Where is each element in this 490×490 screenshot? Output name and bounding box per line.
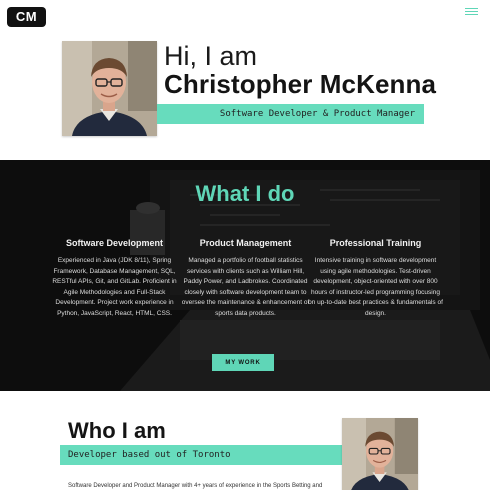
hero-greeting: Hi, I am xyxy=(164,41,258,71)
service-heading: Software Development xyxy=(65,238,164,248)
profile-photo-small xyxy=(342,418,418,490)
hero-name: Christopher McKenna xyxy=(164,69,437,99)
service-heading: Product Management xyxy=(199,238,292,248)
service-description: Experienced in Java (JDK 8/11), Spring F… xyxy=(52,257,177,317)
service-professional-training: Professional Training Intensive training… xyxy=(308,238,443,319)
my-work-button[interactable]: MY WORK xyxy=(212,354,274,371)
logo[interactable]: CM xyxy=(7,7,46,27)
hero-tagline: Software Developer & Product Manager xyxy=(157,104,424,124)
who-i-am-title: Who I am xyxy=(68,418,166,443)
what-i-do-title: What I do xyxy=(195,181,295,206)
profile-photo xyxy=(62,41,157,136)
hamburger-menu-icon[interactable] xyxy=(465,8,478,16)
who-i-am-subtitle: Developer based out of Toronto xyxy=(60,445,357,465)
service-software-development: Software Development Experienced in Java… xyxy=(47,238,182,319)
service-product-management: Product Management Managed a portfolio o… xyxy=(178,238,313,319)
service-description: Managed a portfolio of football statisti… xyxy=(181,257,310,317)
who-i-am-intro: Software Developer and Product Manager w… xyxy=(68,483,323,489)
service-heading: Professional Training xyxy=(329,238,422,248)
service-description: Intensive training in software developme… xyxy=(308,257,443,317)
